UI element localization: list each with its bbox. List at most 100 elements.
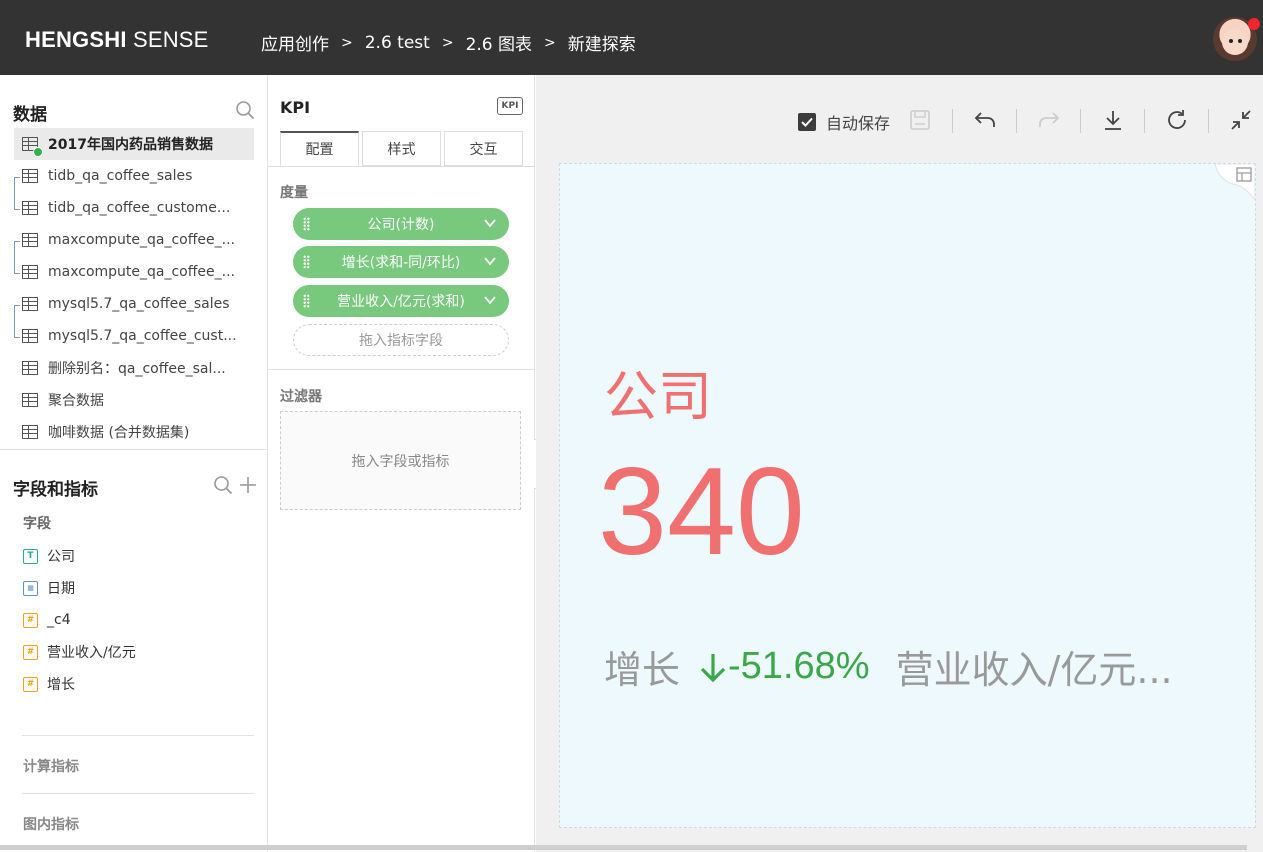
number-type-icon: # <box>23 676 38 692</box>
collapse-icon[interactable] <box>1229 108 1253 132</box>
toolbar-separator <box>952 109 953 133</box>
number-type-icon: # <box>23 612 38 628</box>
kpi-value: 340 <box>598 443 805 581</box>
filter-label: 过滤器 <box>280 389 322 405</box>
table-icon <box>22 361 38 375</box>
tab-config[interactable]: 配置 <box>280 131 359 166</box>
toolbar-separator <box>1144 109 1145 133</box>
search-icon[interactable] <box>213 475 233 495</box>
dataset-item[interactable]: 咖啡数据 (合并数据集) <box>14 416 254 448</box>
divider <box>268 369 534 370</box>
number-type-icon: # <box>23 644 38 660</box>
check-badge-icon <box>33 147 43 157</box>
dataset-item[interactable]: 删除别名：qa_coffee_sal... <box>14 352 254 384</box>
data-section-title: 数据 <box>13 105 47 125</box>
field-item[interactable]: ▦ 日期 <box>23 577 75 599</box>
kpi-growth-label: 增长 <box>604 648 681 692</box>
redo-icon[interactable] <box>1037 108 1061 132</box>
breadcrumb-separator: > <box>544 34 556 51</box>
chevron-down-icon[interactable] <box>483 216 497 230</box>
tab-underline <box>268 166 535 167</box>
fields-section-title: 字段和指标 <box>13 480 98 500</box>
calendar-icon: ▦ <box>23 580 38 596</box>
table-icon <box>22 265 38 279</box>
table-icon <box>22 297 38 311</box>
measures-label: 度量 <box>280 185 308 201</box>
chevron-down-icon[interactable] <box>483 293 497 307</box>
breadcrumb-current: 新建探索 <box>567 35 636 55</box>
divider <box>22 735 254 736</box>
autosave-label: 自动保存 <box>826 114 891 133</box>
drag-handle-icon[interactable] <box>303 217 310 231</box>
toolbar-separator <box>1080 109 1081 133</box>
field-item[interactable]: # 增长 <box>23 673 75 695</box>
refresh-icon[interactable] <box>1165 108 1189 132</box>
dataset-item[interactable]: tidb_qa_coffee_sales <box>14 160 254 192</box>
dataset-item[interactable]: maxcompute_qa_coffee_... <box>14 256 254 288</box>
dataset-item[interactable]: 2017年国内药品销售数据 <box>14 128 254 160</box>
chart-type-title: KPI <box>280 98 311 117</box>
tab-interaction[interactable]: 交互 <box>444 131 523 166</box>
table-icon <box>22 169 38 183</box>
top-bar: HENGSHI SENSE 应用创作 > 2.6 test > 2.6 图表 >… <box>0 0 1263 75</box>
download-icon[interactable] <box>1101 108 1125 132</box>
dataset-list: 2017年国内药品销售数据 tidb_qa_coffee_sales tidb_… <box>14 128 254 448</box>
dataset-item[interactable]: 聚合数据 <box>14 384 254 416</box>
kpi-subline: 增长 -51.68% 营业收入/亿元... <box>604 639 1173 694</box>
kpi-growth-value: -51.68% <box>698 645 870 688</box>
breadcrumb: 应用创作 > 2.6 test > 2.6 图表 > 新建探索 <box>261 30 636 56</box>
table-icon <box>22 329 38 343</box>
dataset-item[interactable]: maxcompute_qa_coffee_... <box>14 224 254 256</box>
measure-pill[interactable]: 公司(计数) <box>293 208 509 240</box>
measure-drop-zone[interactable]: 拖入指标字段 <box>293 324 509 356</box>
dataset-item[interactable]: tidb_qa_coffee_custome... <box>14 192 254 224</box>
autosave-checkbox[interactable] <box>798 113 816 131</box>
arrow-down-icon <box>700 653 726 682</box>
breadcrumb-item[interactable]: 2.6 test <box>365 33 430 53</box>
chart-toolbar: 自动保存 <box>536 75 1263 165</box>
undo-icon[interactable] <box>973 108 997 132</box>
calc-metrics-label[interactable]: 计算指标 <box>23 756 79 776</box>
kpi-revenue-label: 营业收入/亿元... <box>895 648 1173 692</box>
text-type-icon: T <box>23 548 38 564</box>
config-tabs: 配置 样式 交互 <box>280 131 526 166</box>
toolbar-separator <box>1016 109 1017 133</box>
table-icon <box>22 233 38 247</box>
measure-pill[interactable]: 增长(求和-同/环比) <box>293 246 509 278</box>
kpi-card[interactable]: 公司 340 增长 -51.68% 营业收入/亿元... <box>559 163 1256 828</box>
chart-canvas-area: 自动保存 公司 340 增长 -51.68% 营业收入/亿元... <box>536 75 1263 852</box>
check-icon <box>801 117 813 127</box>
kpi-chart-icon[interactable]: KPI <box>497 97 523 115</box>
dataset-item[interactable]: mysql5.7_qa_coffee_sales <box>14 288 254 320</box>
drag-handle-icon[interactable] <box>303 294 310 308</box>
field-item[interactable]: # _c4 <box>23 609 71 631</box>
drag-handle-icon[interactable] <box>303 255 310 269</box>
save-icon[interactable] <box>908 108 932 132</box>
toolbar-separator <box>1208 109 1209 133</box>
divider <box>0 449 267 450</box>
field-item[interactable]: T 公司 <box>23 545 75 567</box>
chart-metrics-label[interactable]: 图内指标 <box>23 814 79 834</box>
breadcrumb-separator: > <box>341 34 353 51</box>
breadcrumb-separator: > <box>441 34 454 51</box>
horizontal-scrollbar[interactable] <box>0 845 1247 850</box>
fields-group-label: 字段 <box>23 516 51 532</box>
page-fold-icon[interactable] <box>1215 164 1255 200</box>
brand-logo[interactable]: HENGSHI SENSE <box>25 27 209 53</box>
notification-dot <box>1248 18 1260 30</box>
table-icon <box>22 425 38 439</box>
breadcrumb-item[interactable]: 2.6 图表 <box>466 30 532 55</box>
field-item[interactable]: # 营业收入/亿元 <box>23 641 136 663</box>
search-icon[interactable] <box>235 100 255 120</box>
measure-pill[interactable]: 营业收入/亿元(求和) <box>293 285 509 317</box>
chevron-down-icon[interactable] <box>483 254 497 268</box>
filter-drop-zone[interactable]: 拖入字段或指标 <box>280 411 521 510</box>
tab-style[interactable]: 样式 <box>362 131 441 166</box>
dataset-item[interactable]: mysql5.7_qa_coffee_cust... <box>14 320 254 352</box>
breadcrumb-item[interactable]: 应用创作 <box>261 30 329 55</box>
table-icon <box>22 393 38 407</box>
avatar[interactable] <box>1213 17 1260 61</box>
divider <box>22 793 254 794</box>
add-icon[interactable] <box>238 475 258 495</box>
autosave-toggle[interactable]: 自动保存 <box>798 110 890 134</box>
